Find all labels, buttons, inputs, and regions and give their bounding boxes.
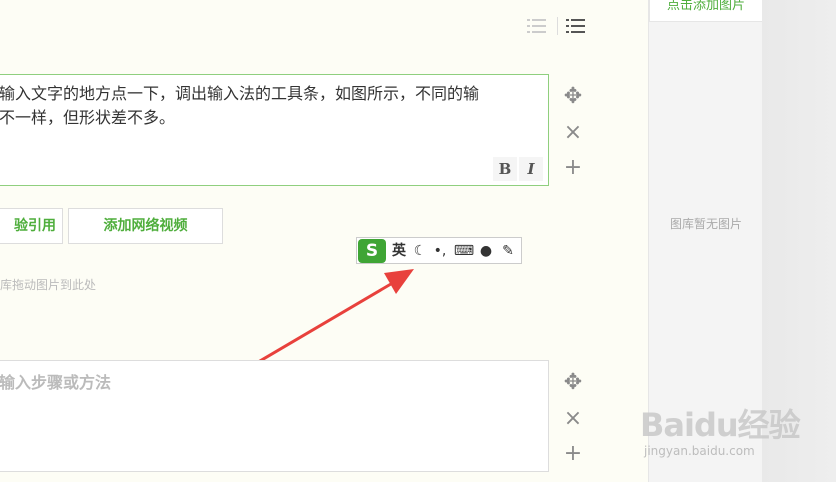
delete-icon[interactable]: × <box>560 406 586 432</box>
baidu-watermark: Baidu经验 jingyan.baidu.com <box>640 392 801 472</box>
move-icon[interactable]: ✥ <box>560 370 586 396</box>
add-step-icon[interactable]: + <box>560 441 586 467</box>
watermark-brand: Baidu经验 <box>640 406 801 444</box>
library-empty-text: 图库暂无图片 <box>669 217 742 231</box>
add-image-button[interactable]: 点击添加图片 <box>649 0 763 22</box>
step-placeholder: 输入步骤或方法 <box>0 373 112 392</box>
editor-main: 输入文字的地方点一下，调出输入法的工具条，如图所示，不同的输 不一样，但形状差不… <box>0 0 648 482</box>
watermark-url: jingyan.baidu.com <box>644 444 755 458</box>
step-editor-2[interactable]: 输入步骤或方法 <box>0 360 549 472</box>
